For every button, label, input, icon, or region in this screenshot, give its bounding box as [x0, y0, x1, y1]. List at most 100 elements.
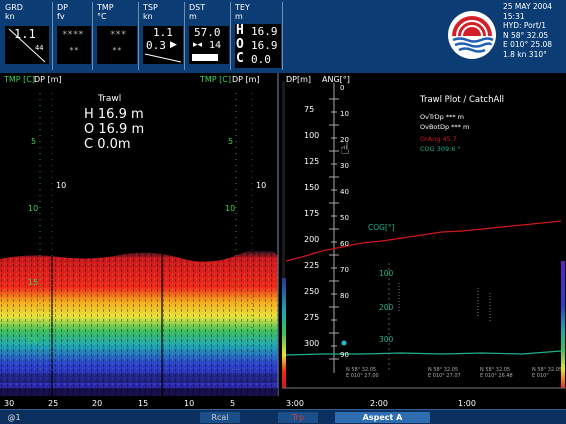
tmp-tick-10-right: 10 — [225, 204, 236, 213]
tmp-axis-label: TMP [C] — [4, 75, 35, 84]
ang-tick-30: 30 — [340, 162, 349, 170]
brand-logo-icon — [448, 11, 496, 59]
ang-tick-90: 90 — [340, 351, 349, 359]
overbottom-depth: OvBotDp *** m — [420, 123, 470, 131]
rcal-button[interactable]: Rcal — [200, 412, 240, 423]
time-tick-20: 20 — [92, 399, 103, 408]
dp-tick-250: 250 — [304, 287, 320, 296]
tmp-tick-10: 10 — [28, 204, 39, 213]
tey-instrument[interactable]: TEY m H O C 16.9 16.9 0.0 — [232, 2, 283, 70]
dp-sub-value: ** — [69, 46, 79, 55]
dp-tick-100: 100 — [304, 131, 320, 140]
aspect-button[interactable]: Aspect A — [335, 412, 430, 423]
pos-label-1: N 58° 32.05 E 010° 27.00 — [346, 367, 379, 379]
dp-value: **** — [62, 30, 84, 40]
pos-label-3: N 58° 32.05 E 010° 26.48 — [480, 367, 513, 379]
tmp-label: TMP °C — [97, 3, 114, 21]
tmp-tick-15: 15 — [28, 278, 39, 287]
time-tick-1-00: 1:00 — [458, 399, 476, 408]
cog-tick-100: 100 — [379, 269, 394, 278]
plot-vertical-marks — [398, 283, 491, 323]
vessel-info: 25 MAY 2004 15:31 HYD: Port/1 N 58° 32.0… — [503, 2, 565, 59]
dst-spread-icon: ▸◂ — [193, 40, 203, 50]
grd-label: GRD kn — [5, 3, 23, 21]
trawl-plot-panel[interactable]: DP[m] ANG[°] Trawl Plot / CatchAll OvTrD… — [282, 73, 566, 408]
cog-axis-label: COG[°] — [368, 223, 395, 232]
time-tick-30: 30 — [4, 399, 15, 408]
dp-axis-label-2: DP [m] — [232, 75, 260, 84]
tmp-sub-value: ** — [112, 46, 122, 55]
dp-axis-label: DP [m] — [34, 75, 62, 84]
tmp-tick-20: 20 — [28, 336, 39, 345]
ang-tick-50: 50 — [340, 214, 349, 222]
tmp-tick-5: 5 — [31, 137, 37, 146]
dp-tick-200: 200 — [304, 235, 320, 244]
hyd-text: HYD: Port/1 — [503, 21, 547, 30]
status-bar: @1 Rcal Trp Aspect A — [0, 409, 566, 424]
pos-label-4: N 58° 32.05 E 010° — [532, 367, 563, 379]
date-text: 25 MAY 2004 — [503, 2, 552, 11]
mouse-cursor-icon: ☝ — [340, 139, 350, 158]
ang-tick-10: 10 — [340, 110, 349, 118]
dp-display: **** ** — [57, 26, 91, 64]
latitude-text: N 58° 32.05 — [503, 30, 549, 40]
ang-tick-40: 40 — [340, 188, 349, 196]
echogram-panel[interactable]: TMP [C] DP [m] TMP [C] DP [m] Trawl H 16… — [0, 73, 282, 408]
dp-tick-10: 10 — [56, 181, 67, 190]
tey-h-value: 16.9 — [251, 25, 278, 38]
trp-button[interactable]: Trp — [278, 412, 318, 423]
right-ang-label: ANG[°] — [322, 75, 350, 84]
dp-tick-225: 225 — [304, 261, 320, 270]
trawl-c-line: C 0.0m — [84, 137, 131, 152]
dst-value: 57.0 — [194, 26, 221, 39]
dp-tick-275: 275 — [304, 313, 320, 322]
instrument-bar: GRD kn 1.1 44 DP fv **** ** TMP °C *** *… — [0, 0, 566, 73]
tsp-instrument[interactable]: TSP kn 1.1 0.3 ▶ — [140, 2, 185, 70]
time-tick-2-00: 2:00 — [370, 399, 388, 408]
dp-tick-175: 175 — [304, 209, 320, 218]
time-tick-10: 10 — [184, 399, 195, 408]
tmp-instrument[interactable]: TMP °C *** ** — [94, 2, 139, 70]
grd-needle-icon — [8, 28, 46, 63]
time-tick-15: 15 — [138, 399, 149, 408]
tey-o-value: 16.9 — [251, 39, 278, 52]
gear-angle-text: GrAng 45.7 — [420, 135, 457, 143]
dp-instrument[interactable]: DP fv **** ** — [54, 2, 93, 70]
overtrawl-depth: OvTrDp *** m — [420, 113, 464, 121]
dst-display: 57.0 ▸◂ 14 — [189, 26, 229, 64]
tmp-value: *** — [110, 30, 127, 40]
tey-label: TEY m — [235, 3, 250, 21]
tey-display: H O C 16.9 16.9 0.0 — [235, 24, 281, 68]
pos-label-2: N 58° 32.05 E 010° 27.07 — [428, 367, 461, 379]
trawl-h-line: H 16.9 m — [84, 107, 144, 122]
right-dp-label: DP[m] — [286, 75, 312, 84]
dp-tick-300: 300 — [304, 339, 320, 348]
grd-instrument[interactable]: GRD kn 1.1 44 — [2, 2, 53, 70]
time-tick-3-00: 3:00 — [286, 399, 304, 408]
tmp-tick-5-right: 5 — [228, 137, 234, 146]
plot-title: Trawl Plot / CatchAll — [420, 95, 505, 105]
speed-text: 1.8 kn 310° — [503, 49, 547, 59]
tey-c-value: 0.0 — [251, 53, 271, 66]
dp-label: DP fv — [57, 3, 68, 21]
ang-tick-80: 80 — [340, 292, 349, 300]
tsp-label: TSP kn — [143, 3, 158, 21]
tmp-display: *** ** — [97, 26, 137, 64]
cog-trend-line — [285, 350, 562, 356]
tey-h-letter: H — [236, 23, 244, 38]
ang-tick-0: 0 — [340, 84, 345, 92]
trawl-plot-canvas — [282, 81, 566, 389]
status-left-text: @1 — [7, 413, 21, 422]
dst-label: DST m — [189, 3, 206, 21]
ang-tick-70: 70 — [340, 266, 349, 274]
ang-tick-60: 60 — [340, 240, 349, 248]
dst-instrument[interactable]: DST m 57.0 ▸◂ 14 — [186, 2, 231, 70]
dp-tick-125: 125 — [304, 157, 320, 166]
time-tick-5: 5 — [230, 399, 236, 408]
dp-tick-10-right: 10 — [256, 181, 267, 190]
trawl-title: Trawl — [98, 94, 122, 104]
dp-axis-ticks — [329, 98, 339, 360]
tmp-axis-label-2: TMP [C] — [200, 75, 231, 84]
tsp-slant-icon — [144, 53, 182, 63]
cog-tick-300: 300 — [379, 335, 394, 344]
